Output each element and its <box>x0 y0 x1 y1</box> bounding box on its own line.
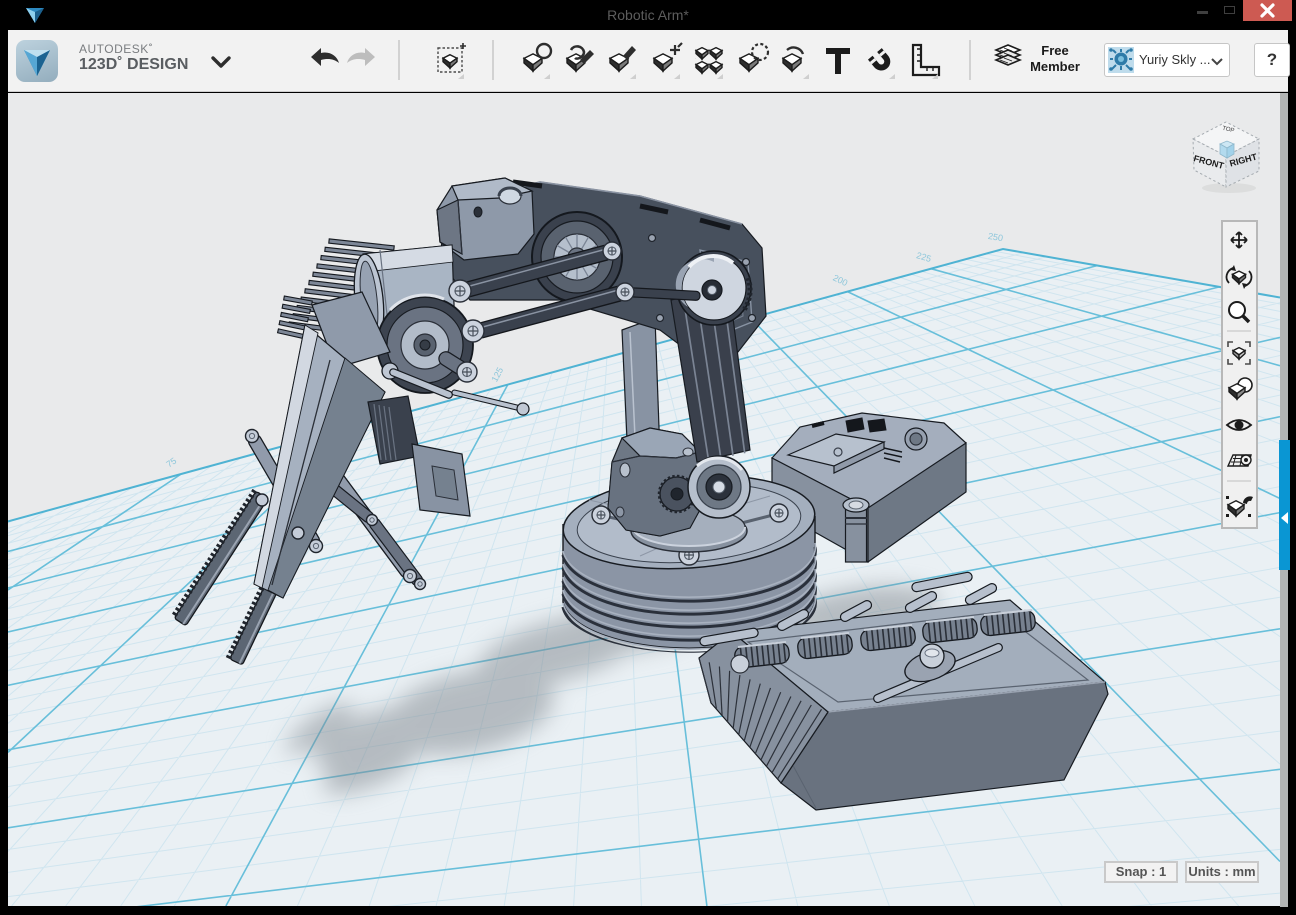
svg-text:125: 125 <box>489 366 505 384</box>
svg-text:75: 75 <box>164 456 178 470</box>
svg-text:225: 225 <box>915 250 932 264</box>
svg-text:250: 250 <box>987 231 1004 243</box>
svg-text:200: 200 <box>831 273 849 289</box>
